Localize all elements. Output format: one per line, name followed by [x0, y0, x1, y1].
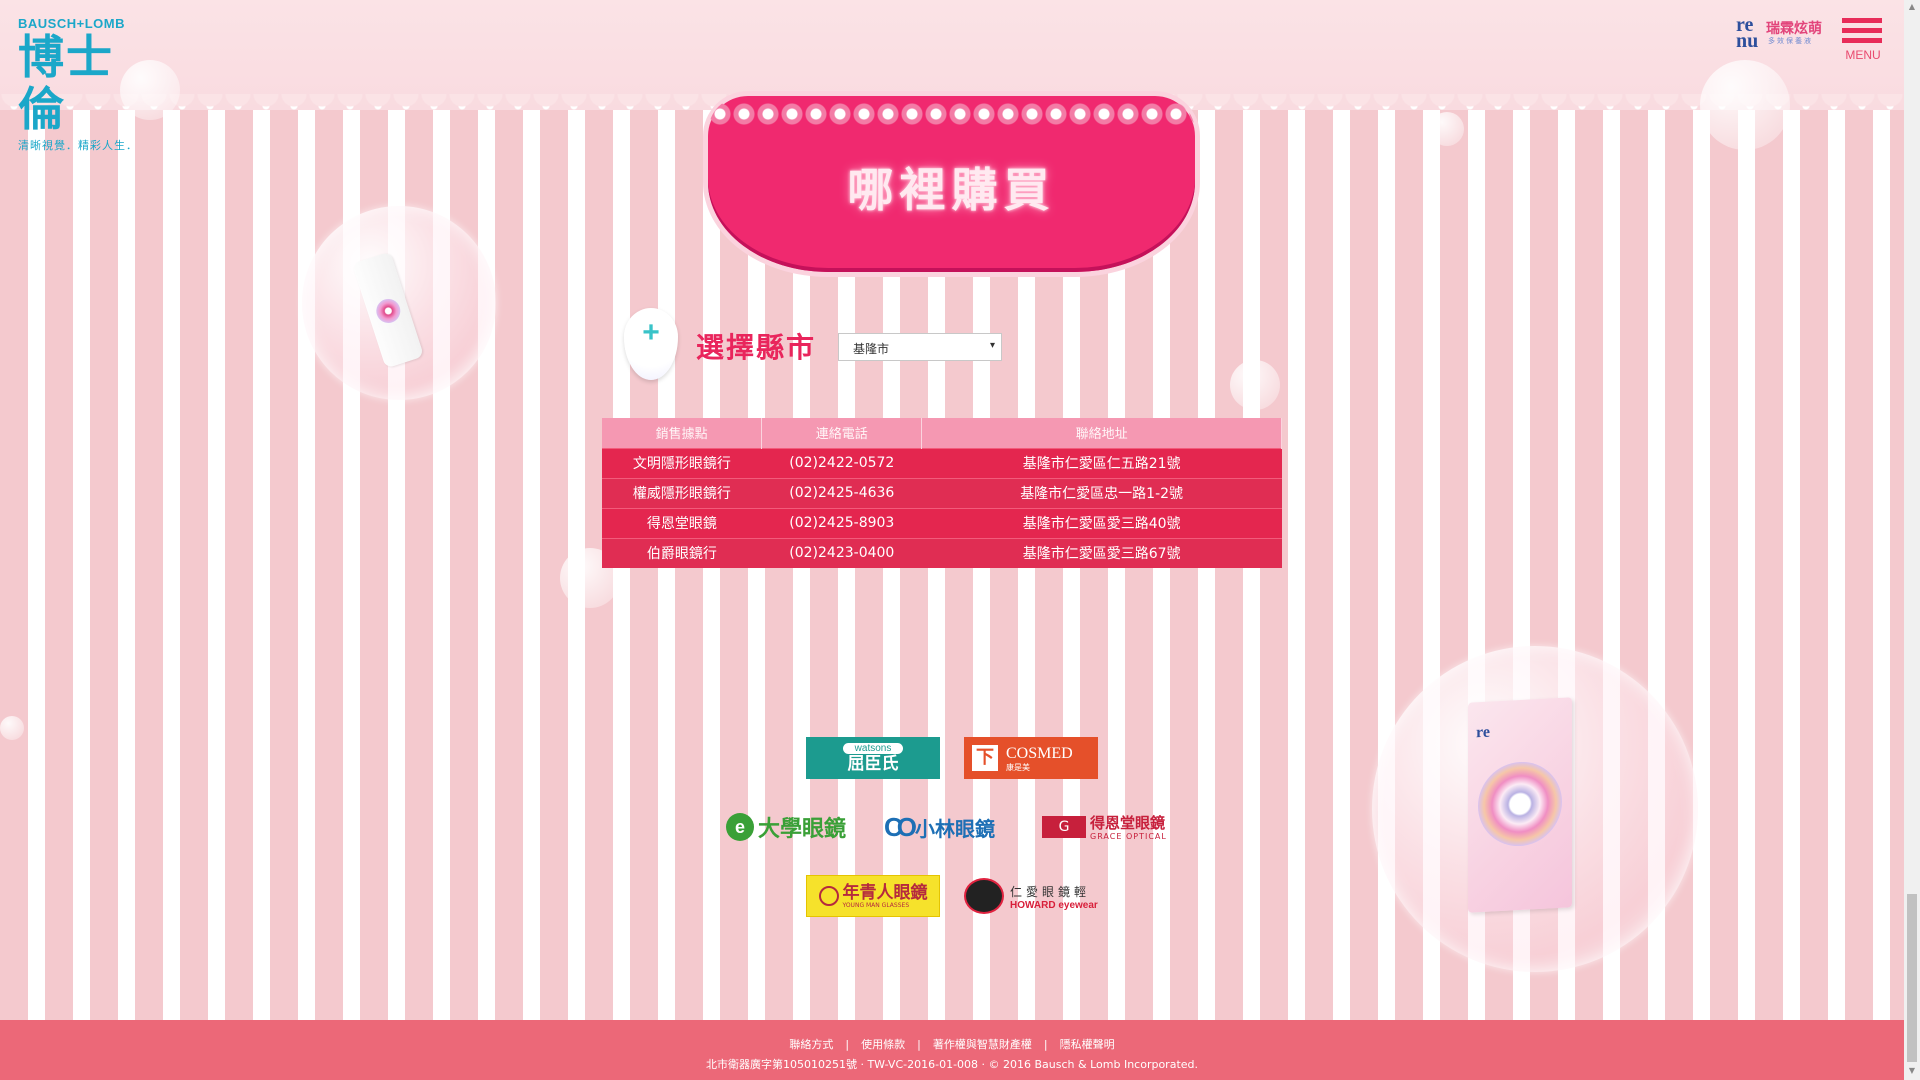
howard-eyewear-logo[interactable]: 仁愛眼鏡輕 HOWARD eyewear — [964, 875, 1098, 917]
daxue-e-icon: e — [726, 813, 754, 841]
scroll-up-arrow-icon[interactable]: ▲ — [1907, 2, 1917, 12]
city-select-value: 基隆市 — [853, 342, 890, 356]
bausch-lomb-logo[interactable]: BAUSCH+LOMB 博士倫 清晰視覺．精彩人生． — [18, 16, 148, 153]
table-row: 得恩堂眼鏡 (02)2425-8903 基隆市仁愛區愛三路40號 — [602, 507, 1282, 538]
table-row: 文明隱形眼鏡行 (02)2422-0572 基隆市仁愛區仁五路21號 — [602, 447, 1282, 478]
renu-product-logo[interactable]: re nu 瑞霖炫萌 多效保養液 — [1736, 15, 1828, 51]
smiley-icon — [818, 886, 839, 906]
store-name: 得恩堂眼鏡 — [602, 507, 762, 538]
cosmed-text-group: COSMED 康是美 — [1006, 743, 1073, 773]
kobayashi-mark-icon: CO — [884, 811, 917, 842]
brand-slogan: 清晰視覺．精彩人生． — [18, 139, 138, 152]
cosmed-zh: 康是美 — [1006, 763, 1030, 772]
youth-text-group: 年青人眼鏡 YOUNG MAN GLASSES — [842, 883, 928, 910]
youth-en: YOUNG MAN GLASSES — [842, 902, 910, 909]
kobayashi-optical-logo[interactable]: CO 小林眼鏡 — [884, 810, 1020, 844]
cosmed-en: COSMED — [1006, 745, 1073, 762]
bottle-flower-graphic — [373, 295, 404, 327]
bubble-small-1 — [1430, 112, 1464, 146]
store-address: 基隆市仁愛區愛三路40號 — [921, 507, 1282, 538]
header-address: 聯絡地址 — [921, 418, 1282, 448]
store-address: 基隆市仁愛區仁五路21號 — [921, 447, 1282, 478]
hamburger-icon-bar-2 — [1842, 28, 1882, 33]
footer-link-terms[interactable]: 使用條款 — [861, 1038, 905, 1051]
howard-zh: 仁愛眼鏡輕 — [1010, 885, 1091, 899]
cosmed-mark-icon: 下 — [972, 745, 998, 771]
scroll-down-arrow-icon[interactable]: ▼ — [1907, 1066, 1917, 1076]
grace-zh: 得恩堂眼鏡 — [1090, 814, 1166, 832]
watsons-zh: 屈臣氏 — [847, 753, 899, 774]
watsons-logo[interactable]: watsons 屈臣氏 — [806, 737, 940, 779]
footer-links: 聯絡方式 | 使用條款 | 著作權與智慧財產權 | 隱私權聲明 — [0, 1036, 1904, 1052]
city-select-dropdown[interactable]: 基隆市 ▾ — [838, 333, 1002, 361]
header-store: 銷售據點 — [602, 418, 763, 448]
store-name: 文明隱形眼鏡行 — [602, 447, 762, 478]
bubble-small-2 — [1700, 60, 1790, 150]
location-pin-icon: + — [624, 308, 678, 380]
youth-optical-logo[interactable]: 年青人眼鏡 YOUNG MAN GLASSES — [806, 875, 940, 917]
bubble-small-6 — [1230, 360, 1280, 410]
cosmed-logo[interactable]: 下 COSMED 康是美 — [964, 737, 1098, 779]
kobayashi-zh: 小林眼鏡 — [915, 816, 995, 841]
brand-name-en: BAUSCH+LOMB — [18, 16, 125, 31]
menu-button[interactable]: MENU — [1842, 18, 1884, 70]
grace-mark-icon: G — [1042, 816, 1086, 838]
hamburger-icon — [1842, 18, 1882, 23]
watsons-en: watsons — [842, 742, 904, 754]
table-row: 伯爵眼鏡行 (02)2423-0400 基隆市仁愛區愛三路67號 — [602, 537, 1282, 568]
store-phone: (02)2423-0400 — [761, 537, 922, 568]
grace-optical-logo[interactable]: G 得恩堂眼鏡 GRACE OPTICAL — [1042, 813, 1176, 842]
city-select-label: 選擇縣市 — [696, 331, 817, 364]
store-address: 基隆市仁愛區愛三路67號 — [921, 537, 1282, 568]
box-renu-logo: re — [1476, 723, 1490, 742]
chevron-down-icon: ▾ — [989, 340, 995, 351]
renu-name-zh: 瑞霖炫萌 — [1766, 21, 1822, 37]
footer: 聯絡方式 | 使用條款 | 著作權與智慧財產權 | 隱私權聲明 北市衛器廣字第1050102… — [0, 1020, 1904, 1080]
footer-separator: | — [1043, 1038, 1048, 1051]
youth-zh: 年青人眼鏡 — [842, 883, 928, 903]
table-row: 權威隱形眼鏡行 (02)2425-4636 基隆市仁愛區忠一路1-2號 — [602, 477, 1282, 508]
product-box-image: re — [1468, 697, 1572, 913]
brand-name-zh: 博士倫 — [18, 31, 114, 135]
footer-link-privacy[interactable]: 隱私權聲明 — [1060, 1038, 1115, 1051]
where-to-buy-heading-banner: 哪裡購買 — [708, 96, 1195, 272]
howard-text-group: 仁愛眼鏡輕 HOWARD eyewear — [1010, 881, 1098, 911]
stores-table: 銷售據點 連絡電話 聯絡地址 文明隱形眼鏡行 (02)2422-0572 基隆市… — [602, 418, 1282, 568]
scrollbar-thumb[interactable] — [1907, 894, 1917, 1062]
page-title: 哪裡購買 — [847, 163, 1056, 217]
plus-icon: + — [642, 316, 660, 349]
footer-legal-text: 北市衛器廣字第105010251號 · TW-VC-2016-01-008 · … — [705, 1058, 1199, 1071]
footer-link-copyright[interactable]: 著作權與智慧財產權 — [933, 1038, 1032, 1051]
header-phone: 連絡電話 — [761, 418, 923, 448]
grace-en: GRACE OPTICAL — [1090, 832, 1167, 841]
table-header-row: 銷售據點 連絡電話 聯絡地址 — [602, 418, 1282, 448]
vertical-scrollbar[interactable]: ▲ ▼ — [1904, 0, 1920, 1080]
footer-separator: | — [917, 1038, 921, 1051]
grace-text-group: 得恩堂眼鏡 GRACE OPTICAL — [1090, 813, 1167, 842]
footer-link-contact[interactable]: 聯絡方式 — [789, 1038, 833, 1051]
howard-mark-icon — [964, 878, 1004, 914]
store-phone: (02)2422-0572 — [761, 447, 922, 478]
hamburger-icon-bar-3 — [1842, 38, 1882, 43]
store-phone: (02)2425-4636 — [761, 477, 922, 508]
daxue-optical-logo[interactable]: e 大學眼鏡 — [726, 810, 862, 844]
menu-label: MENU — [1845, 48, 1881, 62]
store-name: 伯爵眼鏡行 — [602, 537, 762, 568]
store-phone: (02)2425-8903 — [761, 507, 922, 538]
footer-separator: | — [845, 1038, 850, 1051]
box-flower-graphic — [1478, 759, 1562, 849]
store-name: 權威隱形眼鏡行 — [602, 477, 762, 508]
renu-subtitle: 多效保養液 — [1768, 37, 1813, 45]
store-address: 基隆市仁愛區忠一路1-2號 — [921, 477, 1282, 508]
bubble-small-4 — [0, 716, 24, 740]
howard-en: HOWARD eyewear — [1010, 900, 1098, 911]
daxue-zh: 大學眼鏡 — [758, 817, 847, 842]
